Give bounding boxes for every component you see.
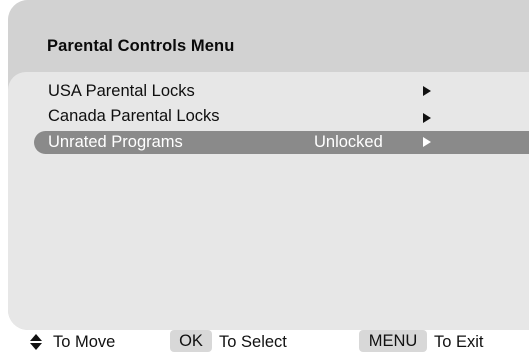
menu-item-label: Canada Parental Locks — [48, 107, 220, 125]
menu-item-unrated-programs[interactable]: Unrated Programs Unlocked — [34, 131, 529, 154]
menu-item-canada-parental-locks[interactable]: Canada Parental Locks — [34, 105, 529, 128]
right-triangle-icon — [423, 137, 431, 147]
tv-screen: Parental Controls Menu USA Parental Lock… — [0, 0, 529, 354]
move-hint-label: To Move — [53, 333, 116, 351]
menu-item-label: USA Parental Locks — [48, 82, 195, 100]
menu-item-usa-parental-locks[interactable]: USA Parental Locks — [34, 80, 529, 103]
menu-panel: USA Parental Locks Canada Parental Locks… — [8, 72, 529, 330]
footer-hint-bar: To Move OK To Select MENU To Exit — [0, 330, 529, 354]
right-triangle-icon — [423, 86, 431, 96]
right-triangle-icon — [423, 113, 431, 123]
ok-key-button[interactable]: OK — [170, 330, 212, 352]
menu-item-label: Unrated Programs — [48, 133, 183, 151]
select-hint-label: To Select — [219, 333, 287, 351]
menu-item-value: Unlocked — [314, 133, 383, 151]
menu-header: Parental Controls Menu — [8, 0, 529, 72]
up-down-arrows-icon — [30, 334, 42, 350]
menu-key-button[interactable]: MENU — [359, 330, 427, 352]
menu-title: Parental Controls Menu — [47, 37, 235, 55]
menu-window: Parental Controls Menu USA Parental Lock… — [8, 0, 529, 330]
exit-hint-label: To Exit — [434, 333, 484, 351]
